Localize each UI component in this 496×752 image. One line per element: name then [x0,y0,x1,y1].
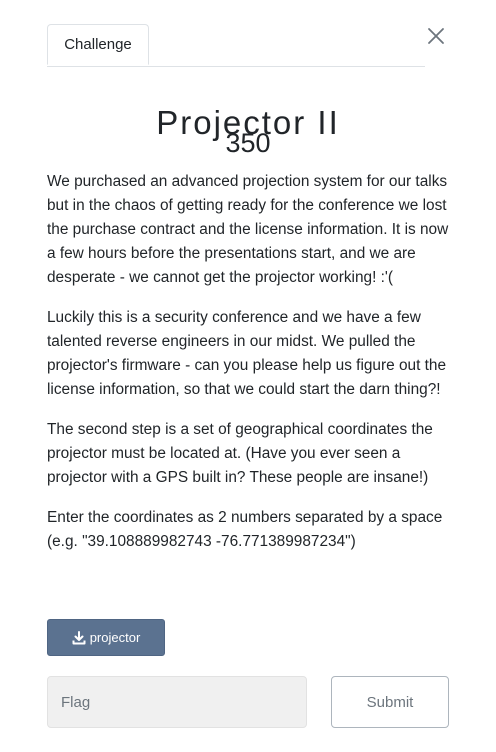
tab-challenge-label: Challenge [64,36,132,53]
challenge-description: We purchased an advanced projection syst… [47,170,451,570]
challenge-value: 350 [225,128,271,158]
challenge-modal: Challenge Projector II 350 We purchased … [0,0,496,752]
description-paragraph: The second step is a set of geographical… [47,421,433,486]
description-paragraph: We purchased an advanced projection syst… [47,173,449,286]
download-projector-button[interactable]: projector [47,619,165,656]
tab-challenge[interactable]: Challenge [47,24,149,65]
download-label: projector [89,630,141,645]
flag-input[interactable] [47,676,307,728]
description-paragraph: Luckily this is a security conference an… [47,309,447,398]
tab-bar: Challenge [47,24,425,67]
download-icon [72,630,86,645]
description-paragraph: Enter the coordinates as 2 numbers separ… [47,509,443,550]
close-icon[interactable] [424,24,448,48]
submit-button[interactable]: Submit [331,676,449,728]
